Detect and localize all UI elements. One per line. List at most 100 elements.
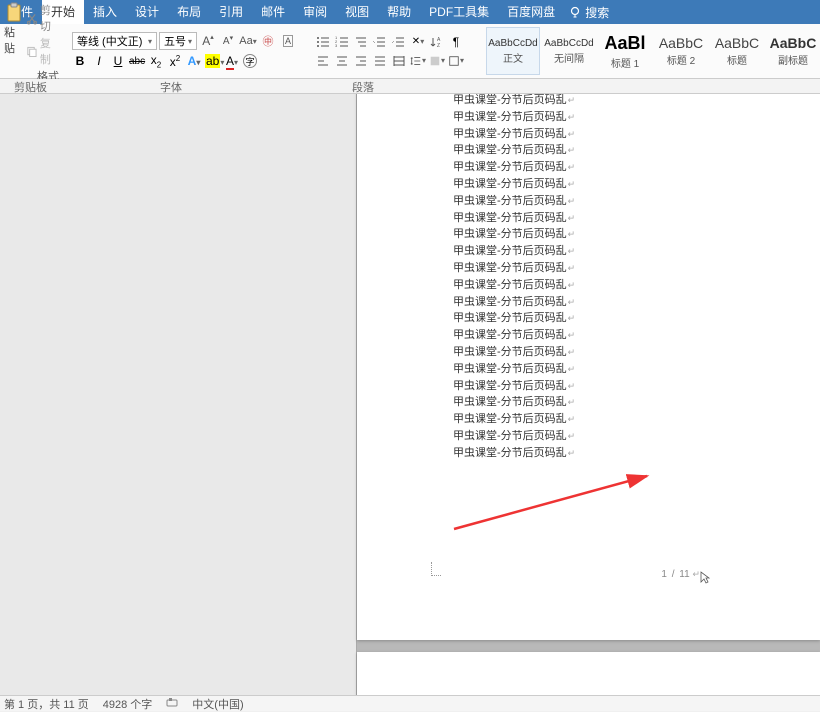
font-name-select[interactable]: 等线 (中文正)▾ <box>72 32 157 50</box>
distributed-button[interactable] <box>391 54 407 68</box>
search-button[interactable]: 搜索 <box>570 0 609 24</box>
subscript-button[interactable]: x2 <box>148 53 164 69</box>
doc-line: 甲虫课堂-分节后页码乱 <box>453 226 575 243</box>
phonetic-guide-button[interactable]: ㊥ <box>259 32 277 50</box>
doc-line: 甲虫课堂-分节后页码乱 <box>453 193 575 210</box>
style-item-0[interactable]: AaBbCcDd正文 <box>486 27 540 75</box>
status-lang[interactable]: 中文(中国) <box>192 696 243 712</box>
doc-line: 甲虫课堂-分节后页码乱 <box>453 210 575 227</box>
doc-line: 甲虫课堂-分节后页码乱 <box>453 361 575 378</box>
menu-tab-2[interactable]: 插入 <box>84 0 126 24</box>
document-page-1[interactable]: 甲虫课堂-分节后页码乱甲虫课堂-分节后页码乱甲虫课堂-分节后页码乱甲虫课堂-分节… <box>357 94 820 640</box>
style-item-1[interactable]: AaBbCcDd无间隔 <box>542 27 596 75</box>
ribbon-group-labels: 剪贴板 字体 段落 <box>0 79 820 94</box>
menu-tab-10[interactable]: PDF工具集 <box>420 0 498 24</box>
document-page-2[interactable]: 甲虫课堂-分节后页码乱甲虫课堂-分节后页码乱甲虫课堂-分节后页码乱甲虫课堂-分节… <box>357 652 820 695</box>
align-right-button[interactable] <box>353 54 369 68</box>
show-marks-button[interactable]: ¶ <box>448 35 464 49</box>
status-lang-icon <box>166 696 178 711</box>
doc-line: 甲虫课堂-分节后页码乱 <box>453 243 575 260</box>
chevron-down-icon: ▾ <box>148 37 152 46</box>
grow-font-button[interactable]: A▴ <box>199 32 217 50</box>
mouse-cursor-icon <box>700 571 710 590</box>
shading-button[interactable]: ▾ <box>429 54 445 68</box>
paste-label: 粘贴 <box>4 24 24 56</box>
increase-indent-button[interactable] <box>391 35 407 49</box>
copy-icon <box>26 45 38 58</box>
menu-tab-6[interactable]: 邮件 <box>252 0 294 24</box>
strike-button[interactable]: abc <box>129 56 145 67</box>
menu-tab-4[interactable]: 布局 <box>168 0 210 24</box>
document-area: 甲虫课堂-分节后页码乱甲虫课堂-分节后页码乱甲虫课堂-分节后页码乱甲虫课堂-分节… <box>0 94 820 695</box>
paragraph-label: 段落 <box>352 79 374 95</box>
paste-icon <box>4 2 24 24</box>
chevron-down-icon: ▾ <box>188 37 192 46</box>
doc-line: 甲虫课堂-分节后页码乱 <box>453 294 575 311</box>
clipboard-label: 剪贴板 <box>14 79 47 95</box>
menu-tab-5[interactable]: 引用 <box>210 0 252 24</box>
svg-text:Z: Z <box>437 43 440 49</box>
superscript-button[interactable]: x2 <box>167 54 183 69</box>
paragraph-group: 123 ✕▾ AZ ¶ ▾ ▾ ▾ <box>309 35 470 68</box>
sort-button[interactable]: AZ <box>429 35 445 49</box>
status-words[interactable]: 4928 个字 <box>103 696 153 712</box>
clear-format-button[interactable]: A <box>279 32 297 50</box>
numbering-button[interactable]: 123 <box>334 35 350 49</box>
doc-line: 甲虫课堂-分节后页码乱 <box>453 94 575 109</box>
page-number-field[interactable]: 1 / 11 ↵ <box>661 569 700 580</box>
copy-button[interactable]: 复制 <box>26 35 60 67</box>
styles-gallery[interactable]: AaBbCcDd正文AaBbCcDd无间隔AaBl标题 1AaBbC标题 2Aa… <box>486 27 820 75</box>
doc-line: 甲虫课堂-分节后页码乱 <box>453 176 575 193</box>
doc-line: 甲虫课堂-分节后页码乱 <box>453 378 575 395</box>
doc-line: 甲虫课堂-分节后页码乱 <box>453 411 575 428</box>
ribbon: 粘贴 剪切 复制 格式刷 等线 (中文正)▾ 五号▾ <box>0 24 820 79</box>
paste-button[interactable]: 粘贴 <box>4 2 24 56</box>
menu-tab-8[interactable]: 视图 <box>336 0 378 24</box>
style-item-4[interactable]: AaBbC标题 <box>710 27 764 75</box>
bold-button[interactable]: B <box>72 54 88 68</box>
align-left-button[interactable] <box>315 54 331 68</box>
align-center-button[interactable] <box>334 54 350 68</box>
status-page[interactable]: 第 1 页，共 11 页 <box>4 696 89 712</box>
style-item-5[interactable]: AaBbC副标题 <box>766 27 820 75</box>
footer-corner-mark <box>431 562 441 576</box>
page-viewport[interactable]: 甲虫课堂-分节后页码乱甲虫课堂-分节后页码乱甲虫课堂-分节后页码乱甲虫课堂-分节… <box>357 94 820 695</box>
doc-line: 甲虫课堂-分节后页码乱 <box>453 142 575 159</box>
menu-tab-9[interactable]: 帮助 <box>378 0 420 24</box>
status-bar: 第 1 页，共 11 页 4928 个字 中文(中国) <box>0 695 820 711</box>
doc-line: 甲虫课堂-分节后页码乱 <box>453 109 575 126</box>
text-effects-button[interactable]: A▾ <box>186 54 202 68</box>
shrink-font-button[interactable]: A▾ <box>219 32 237 50</box>
cut-icon <box>26 12 38 25</box>
font-size-select[interactable]: 五号▾ <box>159 32 197 50</box>
doc-line: 甲虫课堂-分节后页码乱 <box>453 428 575 445</box>
page1-text: 甲虫课堂-分节后页码乱甲虫课堂-分节后页码乱甲虫课堂-分节后页码乱甲虫课堂-分节… <box>453 94 575 462</box>
doc-line: 甲虫课堂-分节后页码乱 <box>453 445 575 462</box>
justify-button[interactable] <box>372 54 388 68</box>
change-case-button[interactable]: Aa▾ <box>239 32 257 50</box>
bullets-button[interactable] <box>315 35 331 49</box>
font-label: 字体 <box>160 79 182 95</box>
italic-button[interactable]: I <box>91 54 107 68</box>
decrease-indent-button[interactable] <box>372 35 388 49</box>
doc-line: 甲虫课堂-分节后页码乱 <box>453 310 575 327</box>
doc-line: 甲虫课堂-分节后页码乱 <box>453 344 575 361</box>
enclose-char-button[interactable]: 字 <box>243 54 257 68</box>
highlight-button[interactable]: ab▾ <box>205 54 221 68</box>
menu-tab-3[interactable]: 设计 <box>126 0 168 24</box>
line-spacing-button[interactable]: ▾ <box>410 54 426 68</box>
menu-tab-7[interactable]: 审阅 <box>294 0 336 24</box>
cut-button[interactable]: 剪切 <box>26 2 60 34</box>
asian-layout-button[interactable]: ✕▾ <box>410 35 426 49</box>
multilevel-button[interactable] <box>353 35 369 49</box>
font-color-button[interactable]: A▾ <box>224 54 240 68</box>
borders-button[interactable]: ▾ <box>448 54 464 68</box>
navigation-panel[interactable] <box>0 94 357 695</box>
style-item-3[interactable]: AaBbC标题 2 <box>654 27 708 75</box>
menu-tab-11[interactable]: 百度网盘 <box>498 0 564 24</box>
doc-line: 甲虫课堂-分节后页码乱 <box>453 260 575 277</box>
font-group: 等线 (中文正)▾ 五号▾ A▴ A▾ Aa▾ ㊥ A B I U abc x2… <box>68 32 301 69</box>
style-item-2[interactable]: AaBl标题 1 <box>598 27 652 75</box>
underline-button[interactable]: U <box>110 54 126 68</box>
menu-bar: 文件开始插入设计布局引用邮件审阅视图帮助PDF工具集百度网盘搜索 <box>0 0 820 24</box>
